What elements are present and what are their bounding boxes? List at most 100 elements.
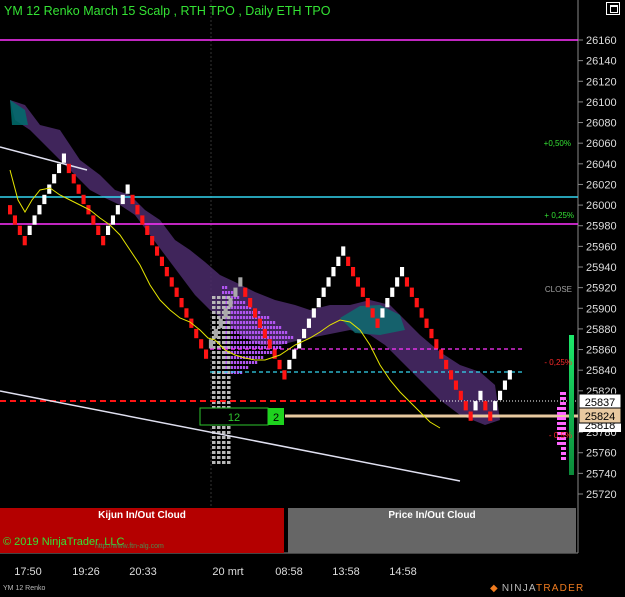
- tpo-mark: [217, 386, 221, 389]
- tpo-mark: [222, 381, 226, 384]
- renko-brick-up: [321, 287, 326, 297]
- tpo-mark: [252, 326, 255, 329]
- tpo-mark: [237, 311, 240, 314]
- tpo-mark: [240, 366, 243, 369]
- tpo-mark: [212, 321, 216, 324]
- tpo-mark: [234, 331, 237, 334]
- tpo-mark: [227, 321, 231, 324]
- renko-brick-up: [42, 194, 47, 205]
- tpo-mark: [212, 301, 216, 304]
- time-label: 08:58: [275, 566, 303, 578]
- tpo-mark: [273, 331, 276, 334]
- tpo-mark: [227, 356, 231, 359]
- renko-brick-up: [120, 194, 125, 205]
- profile-mark: [560, 397, 566, 400]
- tpo-mark: [270, 321, 273, 324]
- trend-line-lower[interactable]: [0, 390, 461, 482]
- renko-brick-down: [257, 318, 262, 328]
- tpo-mark: [246, 316, 249, 319]
- price-tick-label: 26060: [586, 138, 617, 150]
- price-tick-label: 26100: [586, 97, 617, 109]
- tpo-mark: [267, 351, 270, 354]
- renko-brick-up: [311, 308, 316, 318]
- renko-brick-up: [306, 318, 311, 328]
- tpo-mark: [231, 321, 234, 324]
- renko-brick-down: [96, 225, 101, 235]
- tpo-mark: [212, 326, 216, 329]
- tpo-mark: [240, 326, 243, 329]
- tpo-mark: [282, 331, 285, 334]
- renko-brick-up: [473, 401, 478, 411]
- tpo-mark: [227, 376, 231, 379]
- renko-brick-down: [453, 380, 458, 390]
- plus-quarter-label: + 0,25%: [544, 211, 574, 220]
- tpo-mark: [227, 426, 231, 429]
- tpo-mark: [222, 376, 226, 379]
- renko-brick-down: [81, 194, 86, 205]
- ninjatrader-logo: ◆ NINJATRADER: [490, 583, 584, 594]
- time-label: 13:58: [332, 566, 360, 578]
- tpo-mark: [243, 341, 246, 344]
- renko-brick-down: [360, 287, 365, 297]
- renko-brick-up: [37, 205, 42, 215]
- tpo-mark: [282, 341, 285, 344]
- tpo-mark: [258, 336, 261, 339]
- tpo-mark: [279, 326, 282, 329]
- tpo-mark: [252, 351, 255, 354]
- tpo-mark: [243, 321, 246, 324]
- profile-mark: [557, 442, 566, 445]
- tpo-mark: [227, 381, 231, 384]
- renko-brick-down: [483, 401, 488, 411]
- tpo-mark: [222, 426, 226, 429]
- tpo-mark: [217, 361, 221, 364]
- maximize-icon[interactable]: [606, 2, 620, 15]
- tpo-mark: [231, 331, 234, 334]
- tpo-mark: [252, 331, 255, 334]
- renko-brick-down: [22, 236, 27, 246]
- renko-brick-down: [277, 359, 282, 370]
- renko-brick-up: [380, 308, 385, 318]
- tpo-mark: [258, 351, 261, 354]
- time-label: 19:26: [72, 566, 100, 578]
- tpo-mark: [217, 381, 221, 384]
- tpo-mark: [267, 336, 270, 339]
- renko-brick-up: [218, 318, 223, 328]
- tpo-mark: [243, 301, 246, 304]
- tpo-mark: [217, 366, 221, 369]
- tpo-mark: [217, 316, 221, 319]
- tpo-mark: [267, 316, 270, 319]
- profile-mark: [557, 417, 566, 420]
- tpo-mark: [212, 391, 216, 394]
- kijun-panel-label: Kijun In/Out Cloud: [98, 510, 186, 521]
- tpo-mark: [212, 356, 216, 359]
- renko-brick-up: [331, 267, 336, 277]
- tpo-mark: [227, 331, 231, 334]
- tpo-mark: [217, 451, 221, 454]
- tpo-mark: [234, 356, 237, 359]
- tpo-mark: [237, 306, 240, 309]
- tpo-mark: [261, 316, 264, 319]
- tpo-mark: [227, 386, 231, 389]
- renko-brick-up: [395, 277, 400, 287]
- tpo-mark: [243, 361, 246, 364]
- renko-brick-down: [404, 277, 409, 287]
- tpo-mark: [255, 356, 258, 359]
- tpo-mark: [222, 366, 226, 369]
- tpo-mark: [252, 341, 255, 344]
- tpo-mark: [217, 401, 221, 404]
- tpo-mark: [217, 301, 221, 304]
- renko-brick-down: [424, 318, 429, 328]
- tpo-mark: [273, 341, 276, 344]
- renko-brick-up: [208, 339, 213, 349]
- renko-brick-down: [488, 411, 493, 421]
- tpo-mark: [217, 461, 221, 464]
- price-tick-label: 25920: [586, 283, 617, 295]
- tpo-mark: [255, 331, 258, 334]
- renko-brick-down: [101, 236, 106, 246]
- renko-brick-down: [194, 328, 199, 339]
- tpo-mark: [217, 311, 221, 314]
- tpo-mark: [288, 336, 291, 339]
- tpo-mark: [273, 336, 276, 339]
- tpo-mark: [267, 331, 270, 334]
- renko-brick-up: [400, 267, 405, 277]
